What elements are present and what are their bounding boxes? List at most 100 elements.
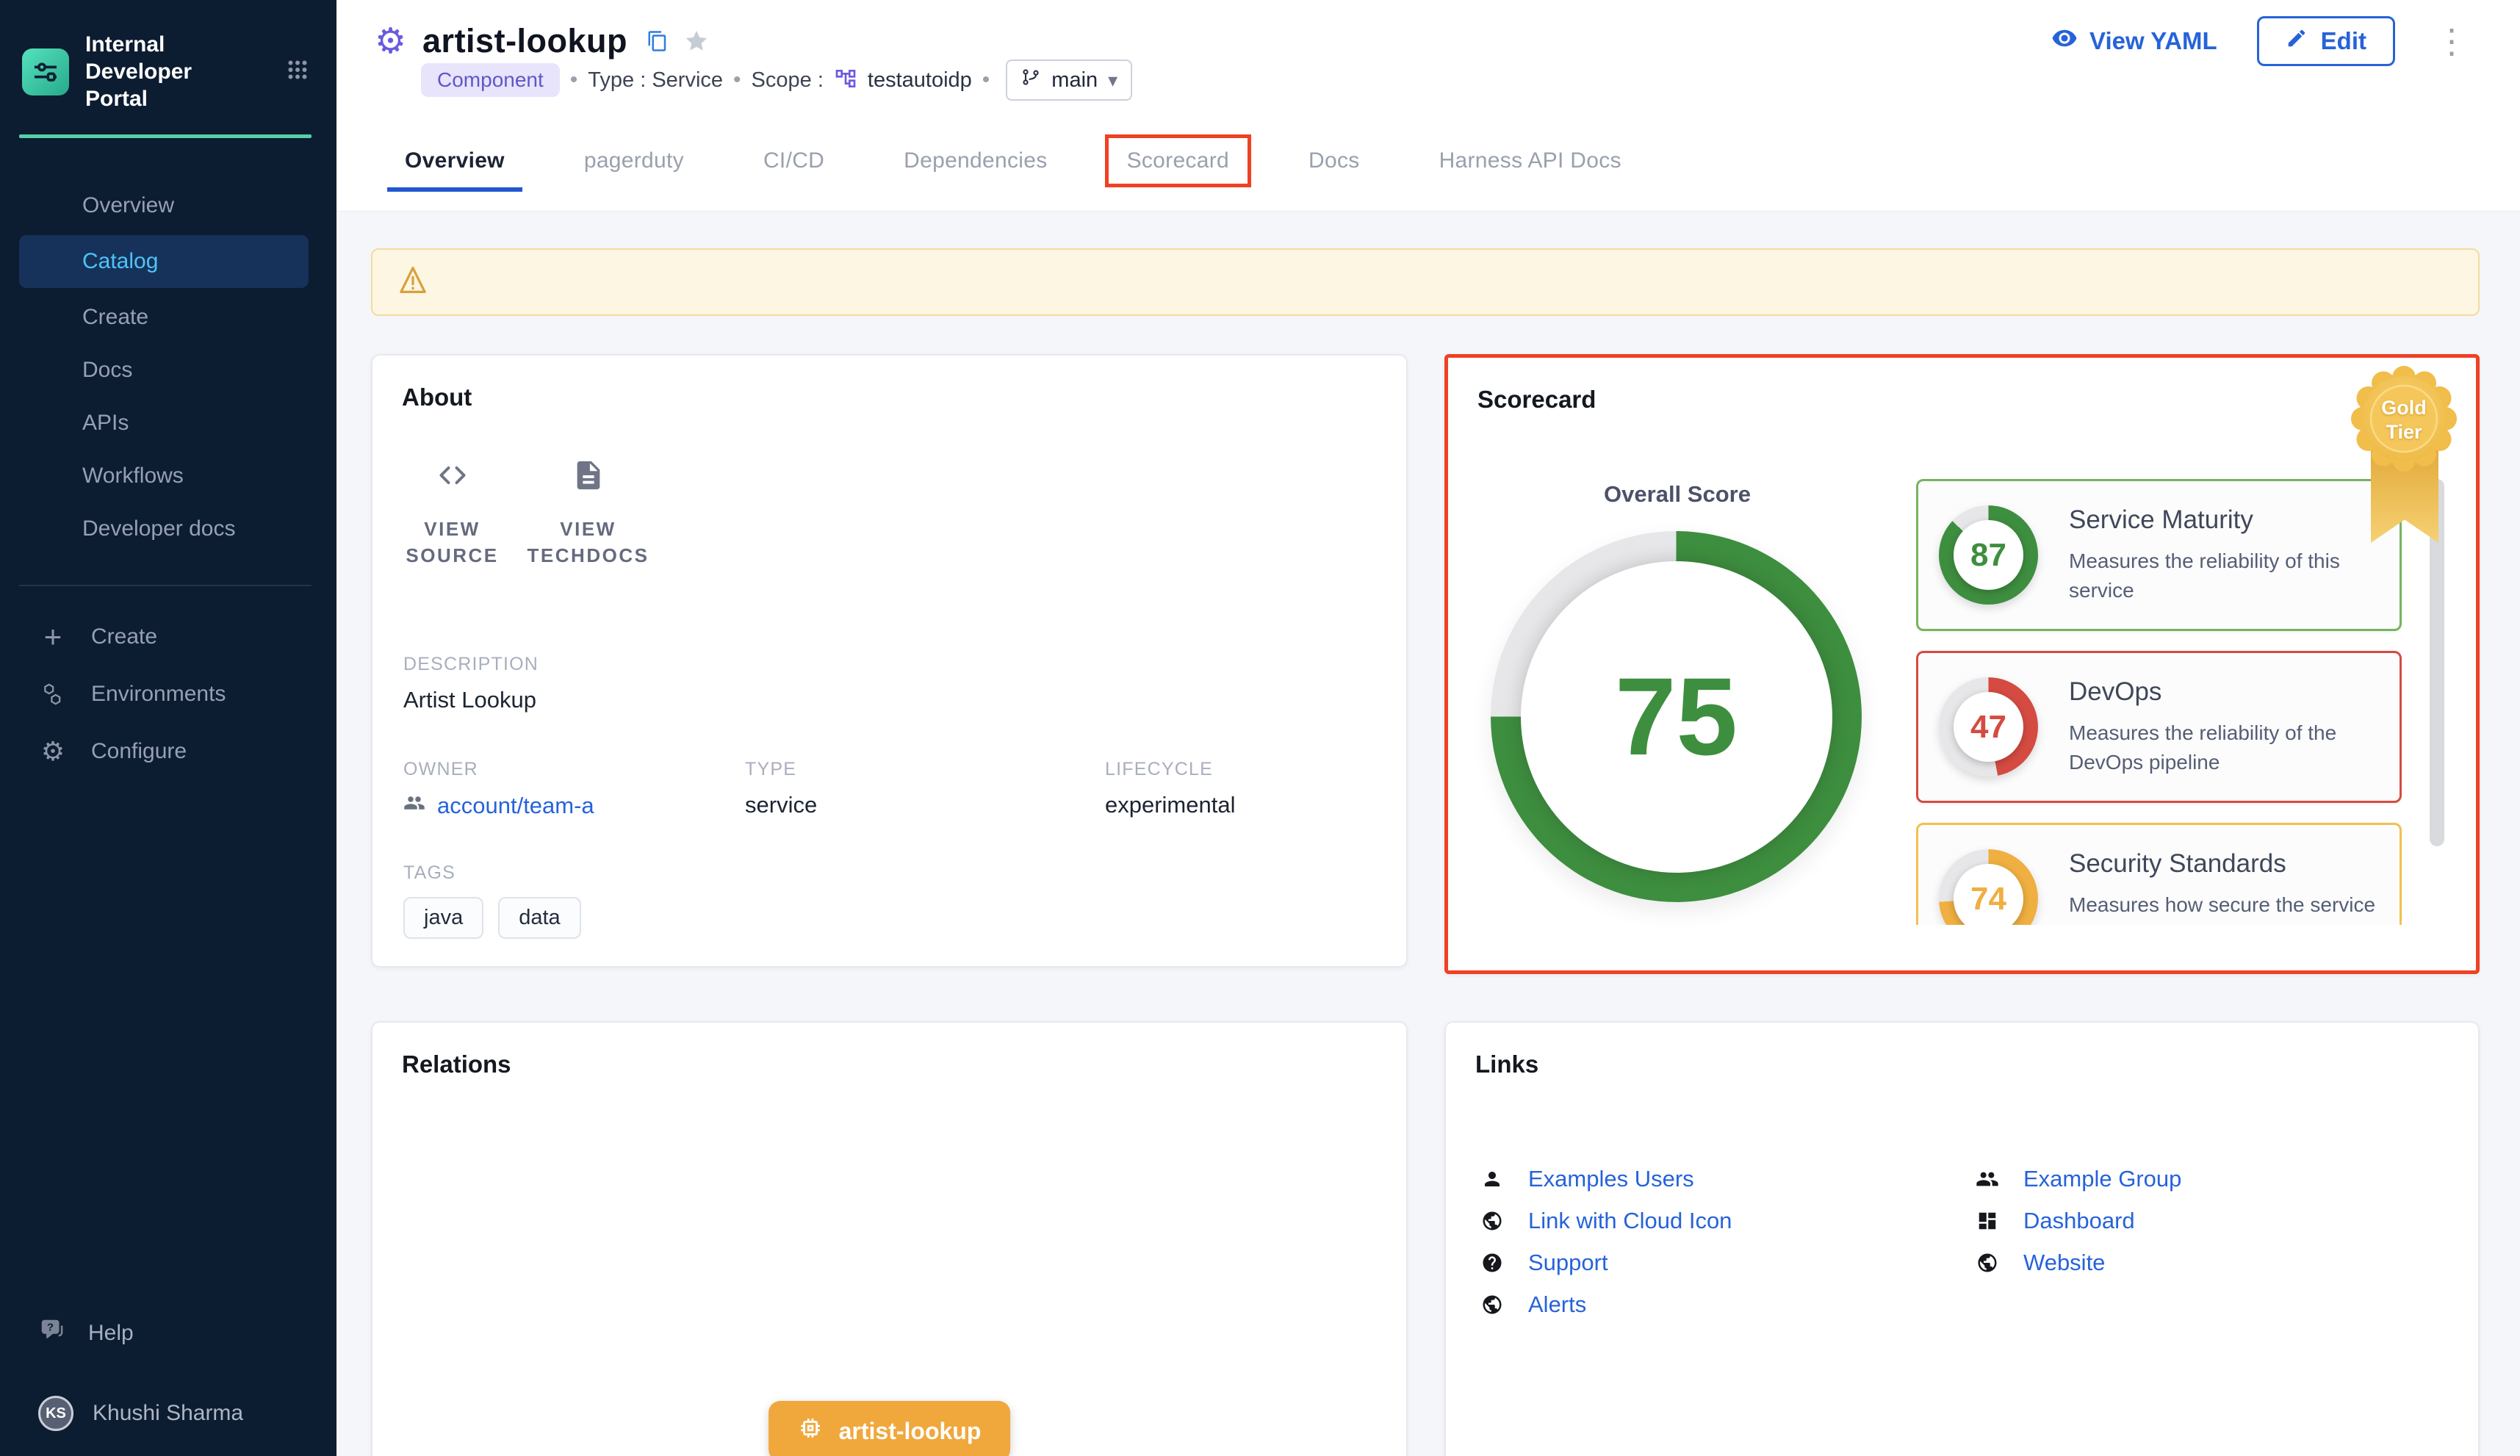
brand-header: Internal Developer Portal bbox=[0, 0, 336, 112]
view-source-label: VIEW SOURCE bbox=[384, 516, 520, 569]
sidebar-item-label: Docs bbox=[82, 358, 132, 383]
dot-separator: • bbox=[733, 68, 741, 93]
pencil-icon bbox=[2286, 27, 2308, 55]
link-label: Alerts bbox=[1528, 1291, 1586, 1318]
tab-scorecard[interactable]: Scorecard bbox=[1127, 110, 1229, 212]
about-title: About bbox=[372, 356, 1406, 411]
check-card-security-standards[interactable]: 74 Security Standards Measures how secur… bbox=[1916, 823, 2402, 925]
relations-node-label: artist-lookup bbox=[839, 1418, 982, 1445]
view-techdocs-button[interactable]: VIEW TECHDOCS bbox=[520, 451, 656, 569]
gold-tier-label: Gold Tier bbox=[2377, 396, 2431, 444]
cards-row-2: Relations artist-lookup Links bbox=[371, 1021, 2480, 1456]
sidebar-item-overview[interactable]: Overview bbox=[0, 179, 336, 232]
favorite-star-icon[interactable] bbox=[683, 28, 710, 54]
sidebar-item-label: Create bbox=[82, 305, 148, 330]
sidebar-item-workflows[interactable]: Workflows bbox=[0, 450, 336, 502]
link-support[interactable]: Support bbox=[1480, 1241, 1975, 1283]
link-label: Link with Cloud Icon bbox=[1528, 1208, 1732, 1234]
scope-value: testautoidp bbox=[868, 68, 972, 93]
person-icon bbox=[1480, 1168, 1505, 1190]
sidebar-item-label: Environments bbox=[91, 682, 226, 707]
sidebar-item-label: Workflows bbox=[82, 464, 184, 489]
app-grid-icon[interactable] bbox=[284, 56, 312, 87]
people-icon bbox=[1975, 1167, 2000, 1191]
tab-pagerduty[interactable]: pagerduty bbox=[584, 110, 684, 212]
tag-chip[interactable]: data bbox=[498, 897, 580, 939]
sidebar-item-developer-docs[interactable]: Developer docs bbox=[0, 502, 336, 555]
links-body: Examples Users Link with Cloud Icon bbox=[1446, 1158, 2478, 1325]
app-window: Internal Developer Portal Overview Catal… bbox=[0, 0, 2520, 1456]
about-actions: VIEW SOURCE VIEW TECHDOCS bbox=[372, 411, 1406, 569]
brand-title: Internal Developer Portal bbox=[85, 31, 256, 112]
tab-cicd[interactable]: CI/CD bbox=[763, 110, 824, 212]
owner-label: OWNER bbox=[403, 759, 745, 780]
eye-icon bbox=[2051, 25, 2078, 57]
entity-tabs: Overview pagerduty CI/CD Dependencies Sc… bbox=[336, 110, 2520, 212]
link-label: Website bbox=[2023, 1250, 2105, 1276]
more-options-icon[interactable]: ⋮ bbox=[2435, 24, 2469, 58]
code-icon bbox=[384, 451, 520, 500]
sidebar-secondary: + Create Environments ⚙ Configure bbox=[0, 608, 336, 780]
view-source-button[interactable]: VIEW SOURCE bbox=[384, 451, 520, 569]
tag-chip[interactable]: java bbox=[403, 897, 483, 939]
sidebar-environments-button[interactable]: Environments bbox=[0, 666, 336, 723]
relations-card: Relations artist-lookup bbox=[371, 1021, 1408, 1456]
link-dashboard[interactable]: Dashboard bbox=[1975, 1200, 2181, 1241]
links-card: Links Examples Users bbox=[1444, 1021, 2480, 1456]
cards-row-1: About VIEW SOURCE VI bbox=[371, 354, 2480, 974]
tab-label: CI/CD bbox=[763, 148, 824, 173]
org-tree-icon bbox=[834, 67, 857, 94]
check-name: Security Standards bbox=[2069, 849, 2379, 879]
warning-banner bbox=[371, 248, 2480, 316]
scorecard-card: Scorecard bbox=[1444, 354, 2480, 974]
link-alerts[interactable]: Alerts bbox=[1480, 1283, 1975, 1325]
tab-docs[interactable]: Docs bbox=[1308, 110, 1360, 212]
sidebar-configure-button[interactable]: ⚙ Configure bbox=[0, 723, 336, 780]
check-name: DevOps bbox=[2069, 677, 2379, 707]
help-chat-icon: ? bbox=[38, 1316, 66, 1350]
sidebar-item-docs[interactable]: Docs bbox=[0, 344, 336, 397]
overview-content: About VIEW SOURCE VI bbox=[336, 212, 2520, 1456]
relations-node-artist-lookup[interactable]: artist-lookup bbox=[768, 1401, 1011, 1456]
about-card: About VIEW SOURCE VI bbox=[371, 354, 1408, 967]
tab-label: Dependencies bbox=[904, 148, 1047, 173]
check-card-service-maturity[interactable]: 87 Service Maturity Measures the reliabi… bbox=[1916, 479, 2402, 631]
type-field-label: TYPE bbox=[745, 759, 1105, 780]
branch-name: main bbox=[1051, 68, 1098, 93]
globe-icon bbox=[1480, 1210, 1505, 1232]
branch-selector[interactable]: main ▾ bbox=[1006, 60, 1132, 101]
tab-label: Docs bbox=[1308, 148, 1360, 173]
tab-overview[interactable]: Overview bbox=[405, 110, 505, 212]
copy-icon[interactable] bbox=[647, 30, 669, 52]
help-label: Help bbox=[88, 1321, 134, 1346]
description-value: Artist Lookup bbox=[403, 687, 1375, 713]
sidebar-create-button[interactable]: + Create bbox=[0, 608, 336, 666]
link-label: Support bbox=[1528, 1250, 1608, 1276]
user-menu[interactable]: KS Khushi Sharma bbox=[38, 1396, 336, 1431]
dot-separator: • bbox=[982, 68, 990, 93]
entity-meta-row: Component • Type : Service • Scope : tes… bbox=[421, 60, 1132, 100]
kind-chip: Component bbox=[421, 63, 560, 97]
view-yaml-button[interactable]: View YAML bbox=[2051, 25, 2217, 57]
about-fields: DESCRIPTION Artist Lookup OWNER account/… bbox=[372, 654, 1406, 939]
lifecycle-value: experimental bbox=[1105, 792, 1375, 818]
overall-score-value: 75 bbox=[1615, 653, 1738, 780]
chevron-down-icon: ▾ bbox=[1108, 69, 1117, 92]
sidebar-item-create[interactable]: Create bbox=[0, 291, 336, 344]
circuit-icon bbox=[31, 57, 60, 87]
help-button[interactable]: ? Help bbox=[38, 1316, 336, 1350]
tab-label: Overview bbox=[405, 148, 505, 173]
tab-harness-api-docs[interactable]: Harness API Docs bbox=[1439, 110, 1621, 212]
owner-value: account/team-a bbox=[437, 793, 594, 819]
owner-link[interactable]: account/team-a bbox=[403, 792, 745, 820]
sidebar-item-catalog[interactable]: Catalog bbox=[19, 235, 309, 288]
relations-title: Relations bbox=[372, 1023, 1406, 1078]
check-card-devops[interactable]: 47 DevOps Measures the reliability of th… bbox=[1916, 651, 2402, 803]
link-website[interactable]: Website bbox=[1975, 1241, 2181, 1283]
edit-button[interactable]: Edit bbox=[2257, 16, 2395, 66]
sidebar-item-apis[interactable]: APIs bbox=[0, 397, 336, 450]
link-with-cloud-icon[interactable]: Link with Cloud Icon bbox=[1480, 1200, 1975, 1241]
link-example-group[interactable]: Example Group bbox=[1975, 1158, 2181, 1200]
link-examples-users[interactable]: Examples Users bbox=[1480, 1158, 1975, 1200]
tab-dependencies[interactable]: Dependencies bbox=[904, 110, 1047, 212]
